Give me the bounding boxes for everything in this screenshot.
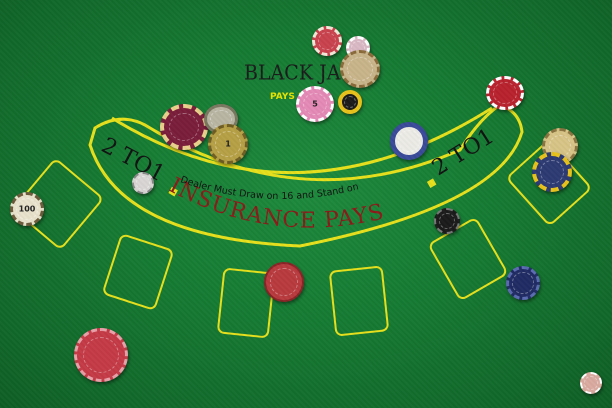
- chip-navy[interactable]: [506, 266, 540, 300]
- chip-maroon[interactable]: [160, 104, 208, 150]
- chip-red-top[interactable]: [312, 26, 342, 56]
- chip-red-large[interactable]: [74, 328, 128, 382]
- chip-pink-5[interactable]: 5: [296, 86, 334, 122]
- chip-black-small[interactable]: [434, 208, 460, 234]
- chip-white-blue[interactable]: [390, 122, 428, 160]
- payout-right-label: 2 TO1: [428, 124, 499, 181]
- divider-diamond-right: [426, 178, 437, 188]
- blackjack-table: 2 TO1 2 TO1 INSURANCE PAYS Dealer Must D…: [0, 0, 612, 408]
- chip-cream-100[interactable]: 100: [10, 192, 44, 226]
- chip-tan-top[interactable]: [340, 50, 380, 88]
- chip-red-center[interactable]: [264, 262, 304, 302]
- chip-yellow-black[interactable]: [338, 90, 362, 114]
- chip-navy-yellow[interactable]: [532, 152, 572, 192]
- chip-red-right[interactable]: [486, 76, 524, 110]
- chip-silver-small[interactable]: [132, 172, 154, 194]
- betting-spot-4[interactable]: [328, 265, 390, 337]
- chip-mini-corner[interactable]: [580, 372, 602, 394]
- chip-brass[interactable]: 1: [208, 124, 248, 164]
